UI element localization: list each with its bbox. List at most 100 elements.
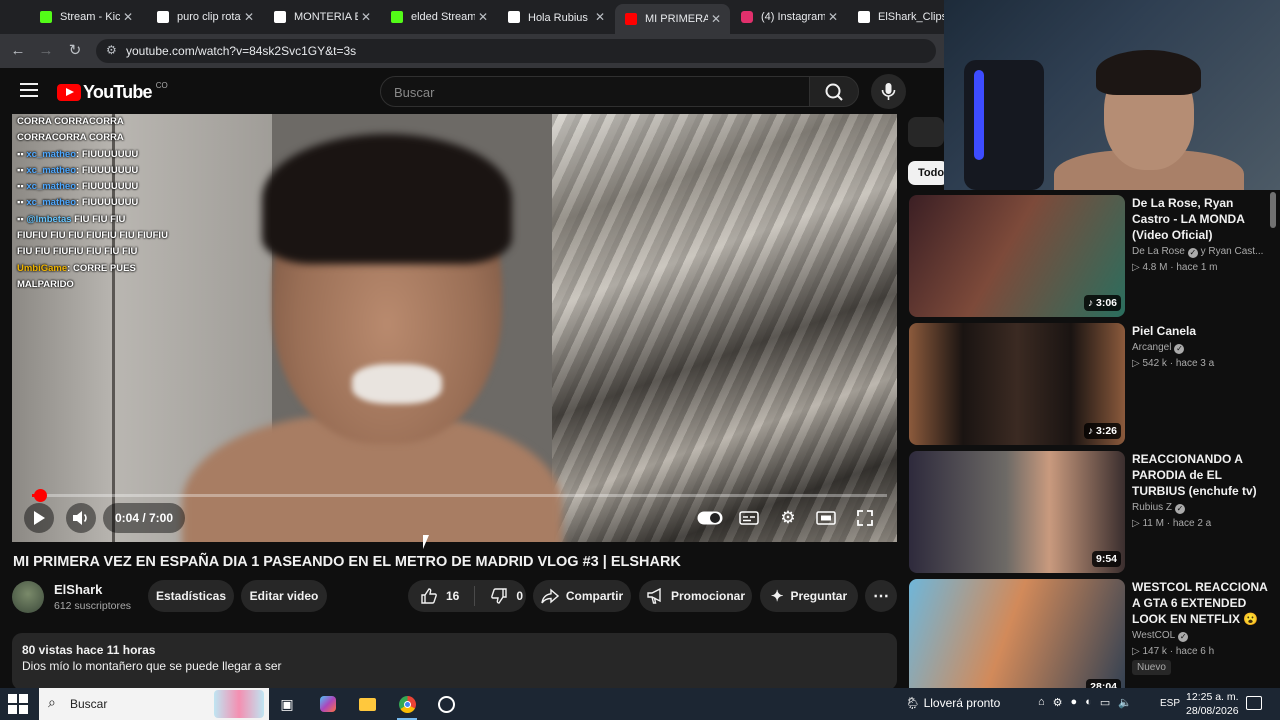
- recommended-title[interactable]: De La Rose, Ryan Castro - LA MONDA (Vide…: [1132, 195, 1272, 243]
- browser-tab[interactable]: MONTERIA ES✕: [264, 4, 380, 30]
- recommended-meta: ▷ 4.8 M · hace 1 m: [1132, 262, 1218, 273]
- recommended-title[interactable]: REACCIONANDO A PARODIA de EL TURBIUS (en…: [1132, 451, 1272, 499]
- recommended-title[interactable]: WESTCOL REACCIONA A GTA 6 EXTENDED LOOK …: [1132, 579, 1269, 627]
- search-input[interactable]: [394, 85, 794, 100]
- browser-tab[interactable]: (4) Instagram ✕: [731, 4, 847, 30]
- video-thumbnail[interactable]: 9:54: [909, 451, 1125, 573]
- video-thumbnail[interactable]: 28:04: [909, 579, 1125, 688]
- recommended-channel[interactable]: Rubius Z ✓: [1132, 502, 1186, 514]
- like-button[interactable]: 16: [420, 587, 459, 605]
- chip-all[interactable]: Todo: [908, 161, 948, 185]
- recommended-title[interactable]: Piel Canela: [1132, 323, 1272, 339]
- ask-button[interactable]: ✦ Preguntar: [760, 580, 858, 612]
- language-indicator[interactable]: ESP: [1160, 698, 1180, 709]
- close-tab-icon[interactable]: ✕: [592, 10, 608, 24]
- chat-line: FIU FIU FIUFIU FIU FIU FIU: [17, 246, 138, 258]
- search-icon: ⌕: [48, 694, 56, 710]
- thumbs-down-icon: [491, 588, 508, 604]
- windows-taskbar: ⌕ Buscar ▣ 🌦 Lloverá pronto ⌂ ⚙ ● ◐ ▭ 🔈 …: [0, 688, 1280, 720]
- reload-icon[interactable]: ↻: [65, 41, 85, 61]
- mic-icon[interactable]: ●: [1071, 696, 1078, 709]
- autoplay-icon: [697, 511, 723, 525]
- settings-button[interactable]: ⚙: [773, 503, 803, 533]
- youtube-play-icon: [57, 84, 81, 101]
- clock[interactable]: 12:25 a. m. 28/08/2026: [1186, 690, 1239, 718]
- browser-tab-active[interactable]: MI PRIMERA V✕: [615, 4, 730, 34]
- tray-icon[interactable]: ⌂: [1038, 696, 1045, 709]
- address-bar[interactable]: ⚙ youtube.com/watch?v=84sk2Svc1GY&t=3s: [96, 39, 936, 63]
- promote-button[interactable]: Promocionar: [639, 580, 752, 612]
- close-tab-icon[interactable]: ✕: [358, 10, 374, 24]
- chat-line: ▪▪ @lmbetas FIU FIU FIU: [17, 213, 126, 225]
- youtube-logo[interactable]: YouTube CO: [57, 81, 168, 103]
- browser-tab[interactable]: Stream - Kick ✕: [30, 4, 142, 30]
- progress-bar[interactable]: [32, 489, 887, 502]
- channel-name[interactable]: ElShark: [54, 582, 102, 597]
- obs-icon[interactable]: [434, 692, 458, 716]
- recommended-channel[interactable]: De La Rose ✓ y Ryan Cast...: [1132, 246, 1263, 258]
- video-player[interactable]: CORRA CORRACORRA CORRACORRA CORRA ▪▪ xc_…: [12, 114, 897, 542]
- sidebar-scrollbar[interactable]: [1270, 192, 1276, 228]
- site-info-icon[interactable]: ⚙: [106, 43, 117, 57]
- close-tab-icon[interactable]: ✕: [475, 10, 491, 24]
- chat-line: CORRACORRA CORRA: [17, 132, 124, 144]
- close-tab-icon[interactable]: ✕: [241, 10, 257, 24]
- voice-search-button[interactable]: [871, 74, 906, 109]
- notifications-icon[interactable]: [1246, 696, 1262, 710]
- recommended-channel[interactable]: Arcangel ✓: [1132, 342, 1185, 354]
- recommended-channel[interactable]: WestCOL ✓: [1132, 630, 1189, 642]
- play-button[interactable]: [24, 503, 54, 533]
- browser-tab[interactable]: elded Stream ✕: [381, 4, 497, 30]
- dislike-button[interactable]: 0: [490, 587, 523, 605]
- menu-icon[interactable]: [20, 83, 38, 97]
- volume-icon: [73, 511, 87, 525]
- copilot-icon[interactable]: [316, 692, 340, 716]
- tray-icon[interactable]: ◐: [1085, 696, 1092, 709]
- search-button[interactable]: [809, 76, 859, 107]
- recommended-video[interactable]: ♪ 3:26 Piel Canela Arcangel ✓ ▷ 542 k · h…: [909, 323, 1269, 445]
- stats-button[interactable]: Estadísticas: [148, 580, 234, 612]
- tiktok-icon: [858, 11, 870, 23]
- browser-tab[interactable]: Hola Rubius 😨✕: [498, 4, 614, 30]
- video-thumbnail[interactable]: ♪ 3:26: [909, 323, 1125, 445]
- chat-line: MALPARIDO: [17, 278, 74, 290]
- search-box: [380, 76, 810, 107]
- volume-icon[interactable]: 🔈: [1118, 696, 1132, 709]
- recommended-video[interactable]: ♪ 3:06 De La Rose, Ryan Castro - LA MOND…: [909, 195, 1269, 317]
- close-tab-icon[interactable]: ✕: [120, 10, 136, 24]
- description-box[interactable]: 80 vistas hace 11 horas Dios mío lo mont…: [12, 633, 897, 690]
- channel-avatar[interactable]: [12, 581, 44, 613]
- back-icon[interactable]: ←: [8, 41, 28, 61]
- taskbar-search[interactable]: ⌕ Buscar: [39, 688, 269, 720]
- autoplay-toggle[interactable]: [695, 503, 725, 533]
- recommended-video[interactable]: 28:04 WESTCOL REACCIONA A GTA 6 EXTENDED…: [909, 579, 1269, 688]
- network-icon[interactable]: ▭: [1100, 696, 1110, 709]
- windows-start-button[interactable]: [8, 694, 28, 714]
- file-explorer-icon[interactable]: [355, 692, 379, 716]
- mic-icon: [881, 83, 896, 100]
- video-person: [182, 134, 562, 542]
- search-icon: [825, 83, 843, 101]
- kick-icon: [40, 11, 52, 23]
- close-tab-icon[interactable]: ✕: [825, 10, 841, 24]
- close-tab-icon[interactable]: ✕: [708, 12, 724, 26]
- theater-mode-button[interactable]: [811, 503, 841, 533]
- weather-widget[interactable]: 🌦 Lloverá pronto: [905, 696, 1000, 710]
- browser-tab[interactable]: puro clip rotat ✕: [147, 4, 263, 30]
- forward-icon[interactable]: →: [36, 41, 56, 61]
- browser-tab[interactable]: ElShark_Clips: [848, 4, 944, 30]
- video-thumbnail[interactable]: ♪ 3:06: [909, 195, 1125, 317]
- chrome-icon[interactable]: [395, 692, 419, 720]
- task-view-icon[interactable]: ▣: [275, 692, 299, 716]
- chat-line: ▪▪ xc_matheo: FIUUUUUUU: [17, 197, 139, 209]
- more-actions-button[interactable]: ⋯: [865, 580, 897, 612]
- duration-badge: 9:54: [1091, 551, 1121, 567]
- share-button[interactable]: Compartir: [533, 580, 631, 612]
- recommended-video[interactable]: 9:54 REACCIONANDO A PARODIA de EL TURBIU…: [909, 451, 1269, 573]
- volume-button[interactable]: [66, 503, 96, 533]
- subtitles-button[interactable]: [734, 503, 764, 533]
- tray-icon[interactable]: ⚙: [1053, 696, 1063, 709]
- edit-video-button[interactable]: Editar video: [241, 580, 327, 612]
- webcam-overlay: [944, 0, 1280, 190]
- fullscreen-button[interactable]: [850, 503, 880, 533]
